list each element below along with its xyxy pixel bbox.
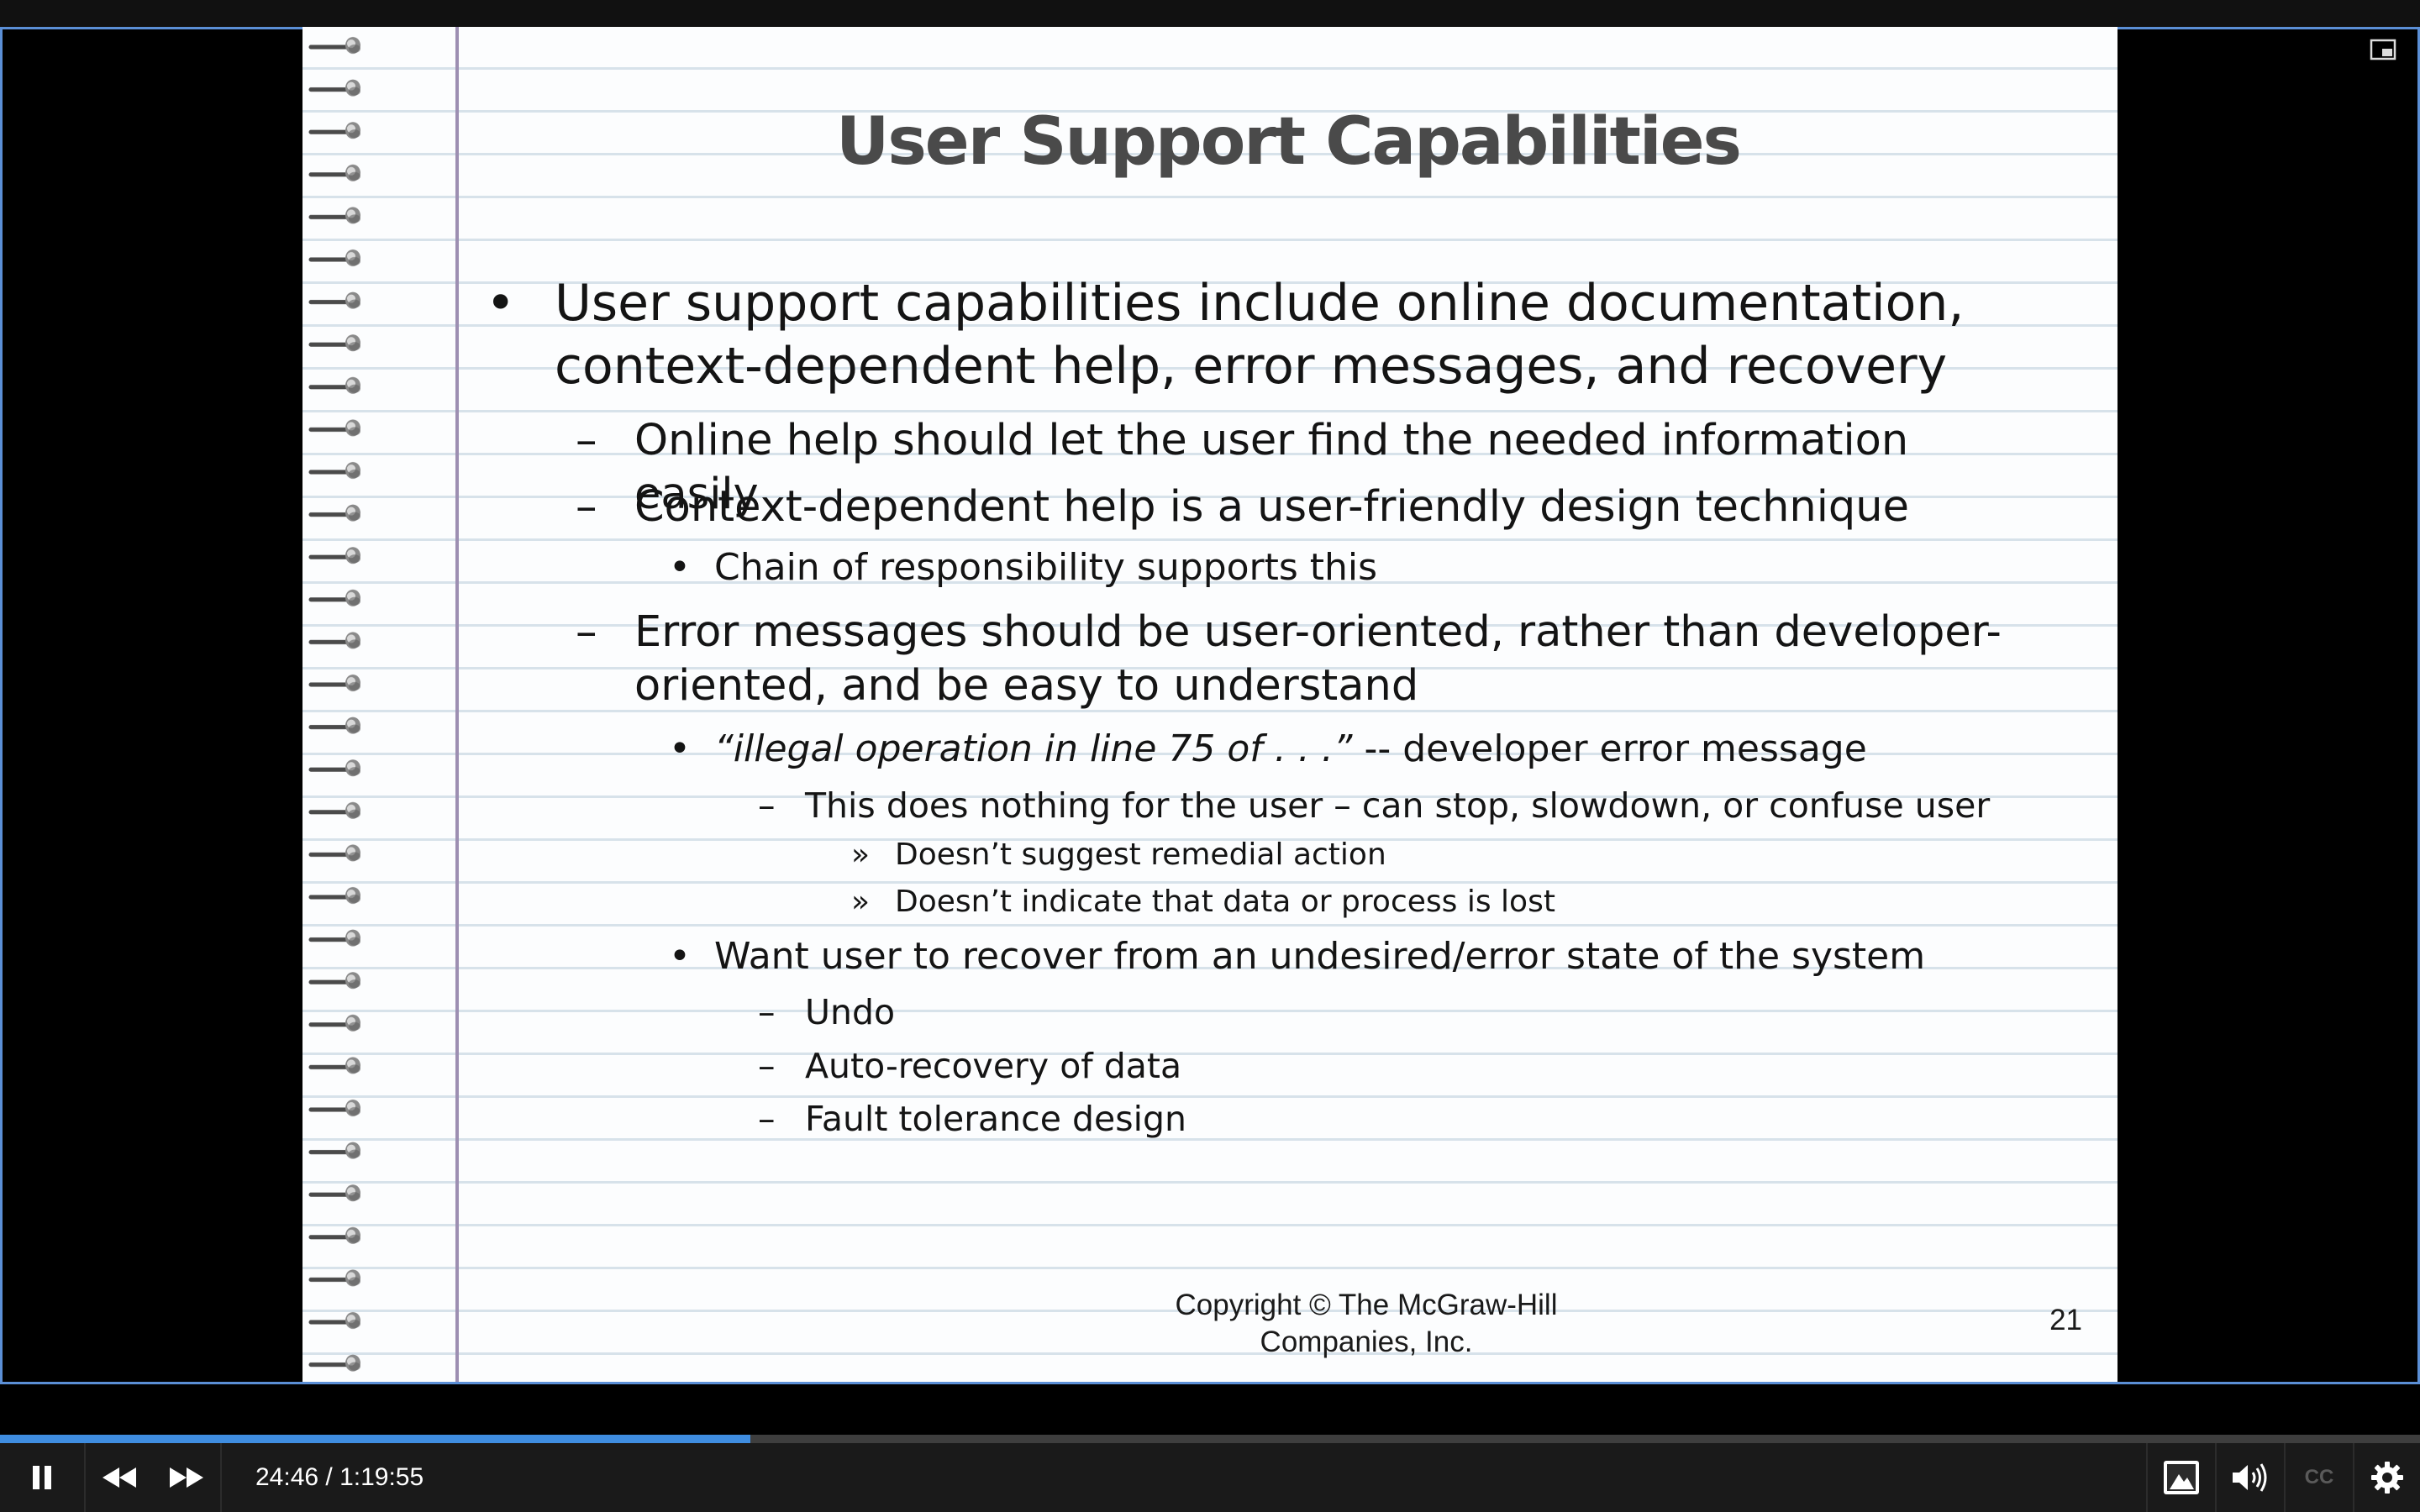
rewind-icon xyxy=(103,1467,136,1488)
bullet-text: Error messages should be user-oriented, … xyxy=(634,607,2002,711)
pause-icon xyxy=(33,1466,51,1489)
player-controls: 24:46 / 1:19:55 CC xyxy=(0,1443,2420,1512)
bullet-item: • “illegal operation in line 75 of . . .… xyxy=(669,726,2025,772)
rewind-button[interactable] xyxy=(86,1443,153,1512)
slide-content: • User support capabilities include onli… xyxy=(302,27,2118,1382)
closed-captions-icon: CC xyxy=(2304,1466,2334,1488)
theater-mode-button[interactable] xyxy=(2148,1443,2215,1512)
bullet-item: – Error messages should be user-oriented… xyxy=(576,606,2012,713)
bullet-item: – Undo xyxy=(758,991,2032,1034)
bullet-text: Doesn’t suggest remedial action xyxy=(895,837,1386,872)
bullet-item: » Doesn’t indicate that data or process … xyxy=(851,883,1987,921)
play-pause-button[interactable] xyxy=(0,1443,84,1512)
time-display: 24:46 / 1:19:55 xyxy=(255,1463,424,1491)
seek-bar-progress xyxy=(0,1435,750,1443)
bullet-text: -- developer error message xyxy=(1352,727,1867,770)
bullet-text: User support capabilities include online… xyxy=(555,274,1965,396)
copyright-line-1: Copyright © The McGraw-Hill xyxy=(1175,1289,1558,1321)
bullet-text: Auto-recovery of data xyxy=(805,1046,1182,1086)
bullet-text: This does nothing for the user – can sto… xyxy=(805,785,1991,826)
bullet-item: • Chain of responsibility supports this xyxy=(669,544,2025,591)
seek-bar[interactable] xyxy=(0,1435,2420,1443)
dash-marker: – xyxy=(576,482,597,532)
dash-marker: – xyxy=(758,992,776,1032)
bullet-marker: • xyxy=(486,274,516,333)
gear-icon xyxy=(2371,1462,2403,1494)
slide: User Support Capabilities • User support… xyxy=(302,27,2118,1382)
guillemet-marker: » xyxy=(851,837,871,872)
bullet-text: Context-dependent help is a user-friendl… xyxy=(634,482,1909,532)
control-divider xyxy=(220,1443,222,1512)
bullet-text: Want user to recover from an undesired/e… xyxy=(714,935,1926,978)
dash-marker: – xyxy=(758,785,776,826)
bullet-item: – This does nothing for the user – can s… xyxy=(758,785,2032,827)
bullet-marker: • xyxy=(669,546,691,589)
fast-forward-icon xyxy=(170,1467,203,1488)
bullet-marker: • xyxy=(669,727,691,770)
volume-button[interactable] xyxy=(2217,1443,2284,1512)
bullet-text: Undo xyxy=(805,992,896,1032)
volume-icon xyxy=(2233,1463,2267,1492)
quoted-error-text: “illegal operation in line 75 of . . .” xyxy=(714,727,1353,770)
guillemet-marker: » xyxy=(851,885,871,919)
slide-page-number: 21 xyxy=(2049,1304,2082,1336)
bullet-marker: • xyxy=(669,935,691,978)
slide-copyright: Copyright © The McGraw-Hill Companies, I… xyxy=(963,1287,1770,1361)
dash-marker: – xyxy=(758,1046,776,1086)
dash-marker: – xyxy=(576,607,597,657)
settings-button[interactable] xyxy=(2354,1443,2420,1512)
bullet-item: » Doesn’t suggest remedial action xyxy=(851,836,1987,874)
bullet-item: – Auto-recovery of data xyxy=(758,1045,2032,1088)
closed-captions-button[interactable]: CC xyxy=(2286,1443,2353,1512)
bullet-item: – Context-dependent help is a user-frien… xyxy=(576,480,2012,534)
fast-forward-button[interactable] xyxy=(153,1443,220,1512)
bullet-item: • Want user to recover from an undesired… xyxy=(669,933,2025,979)
top-bar xyxy=(0,0,2420,27)
copyright-line-2: Companies, Inc. xyxy=(1260,1325,1473,1358)
bullet-item: • User support capabilities include onli… xyxy=(486,272,2000,398)
dash-marker: – xyxy=(576,416,597,465)
bullet-text: Chain of responsibility supports this xyxy=(714,546,1378,589)
dash-marker: – xyxy=(758,1099,776,1139)
bullet-text: Doesn’t indicate that data or process is… xyxy=(895,885,1555,919)
theater-mode-icon xyxy=(2164,1461,2199,1494)
bullet-text: Fault tolerance design xyxy=(805,1099,1186,1139)
picture-in-picture-icon[interactable] xyxy=(2370,39,2396,60)
bullet-item: – Fault tolerance design xyxy=(758,1098,2032,1141)
